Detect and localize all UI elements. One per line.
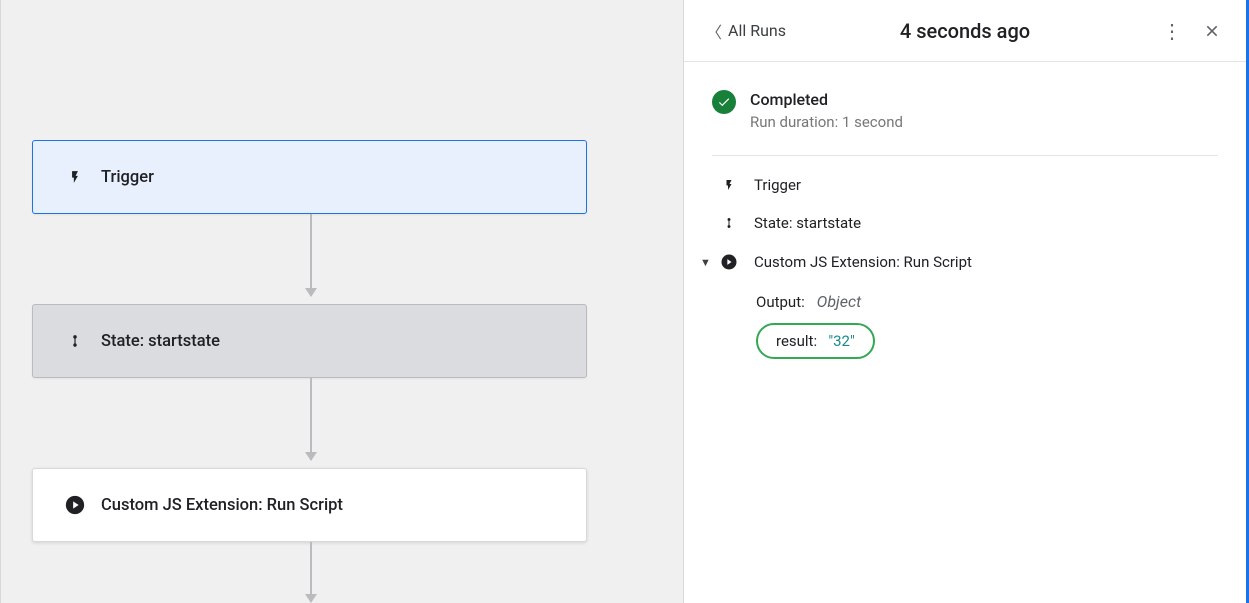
- flow-canvas: Trigger State: startstate Custom JS Exte…: [0, 0, 684, 603]
- flow-connector: [310, 214, 312, 296]
- step-script[interactable]: ▼ Custom JS Extension: Run Script: [718, 252, 1218, 272]
- flow-node-label: State: startstate: [101, 332, 220, 351]
- step-output: Output: Object result: "32": [756, 292, 1218, 359]
- output-type: Object: [817, 292, 862, 311]
- status-title: Completed: [750, 90, 903, 109]
- back-to-all-runs[interactable]: 〈 All Runs: [706, 19, 786, 43]
- more-vert-icon: ⋮: [1162, 19, 1182, 43]
- more-options-button[interactable]: ⋮: [1156, 15, 1188, 47]
- flow-node-trigger[interactable]: Trigger: [32, 140, 587, 214]
- run-status: Completed Run duration: 1 second: [712, 90, 1218, 156]
- lightning-icon: [63, 167, 87, 187]
- result-key: result:: [776, 332, 817, 350]
- flow-connector: [310, 378, 312, 460]
- status-subtitle: Run duration: 1 second: [750, 113, 903, 131]
- step-trigger[interactable]: Trigger: [718, 176, 1218, 194]
- state-icon: [63, 331, 87, 351]
- flow-node-state[interactable]: State: startstate: [32, 304, 587, 378]
- play-circle-icon: [718, 252, 740, 272]
- step-label: Trigger: [754, 176, 801, 194]
- flow-node-script[interactable]: Custom JS Extension: Run Script: [32, 468, 587, 542]
- back-label: All Runs: [728, 21, 786, 40]
- close-panel-button[interactable]: [1196, 15, 1228, 47]
- lightning-icon: [718, 176, 740, 194]
- step-state[interactable]: State: startstate: [718, 214, 1218, 232]
- flow-connector: [310, 542, 312, 602]
- output-result: result: "32": [756, 323, 875, 359]
- step-label: Custom JS Extension: Run Script: [754, 253, 972, 271]
- chevron-left-icon: 〈: [706, 19, 722, 43]
- panel-title: 4 seconds ago: [900, 19, 1030, 43]
- result-value: "32": [828, 332, 854, 350]
- play-circle-icon: [63, 494, 87, 516]
- panel-header: 〈 All Runs 4 seconds ago ⋮: [684, 0, 1246, 62]
- state-icon: [718, 214, 740, 232]
- run-steps-list: Trigger State: startstate ▼ Custom JS Ex…: [712, 156, 1218, 359]
- step-label: State: startstate: [754, 214, 861, 232]
- output-label: Output:: [756, 293, 805, 311]
- caret-down-icon[interactable]: ▼: [700, 256, 711, 269]
- run-details-panel: 〈 All Runs 4 seconds ago ⋮ Completed Run…: [684, 0, 1249, 603]
- flow-node-label: Trigger: [101, 168, 154, 187]
- flow-node-label: Custom JS Extension: Run Script: [101, 496, 343, 515]
- close-icon: [1204, 23, 1220, 39]
- check-circle-icon: [712, 90, 736, 114]
